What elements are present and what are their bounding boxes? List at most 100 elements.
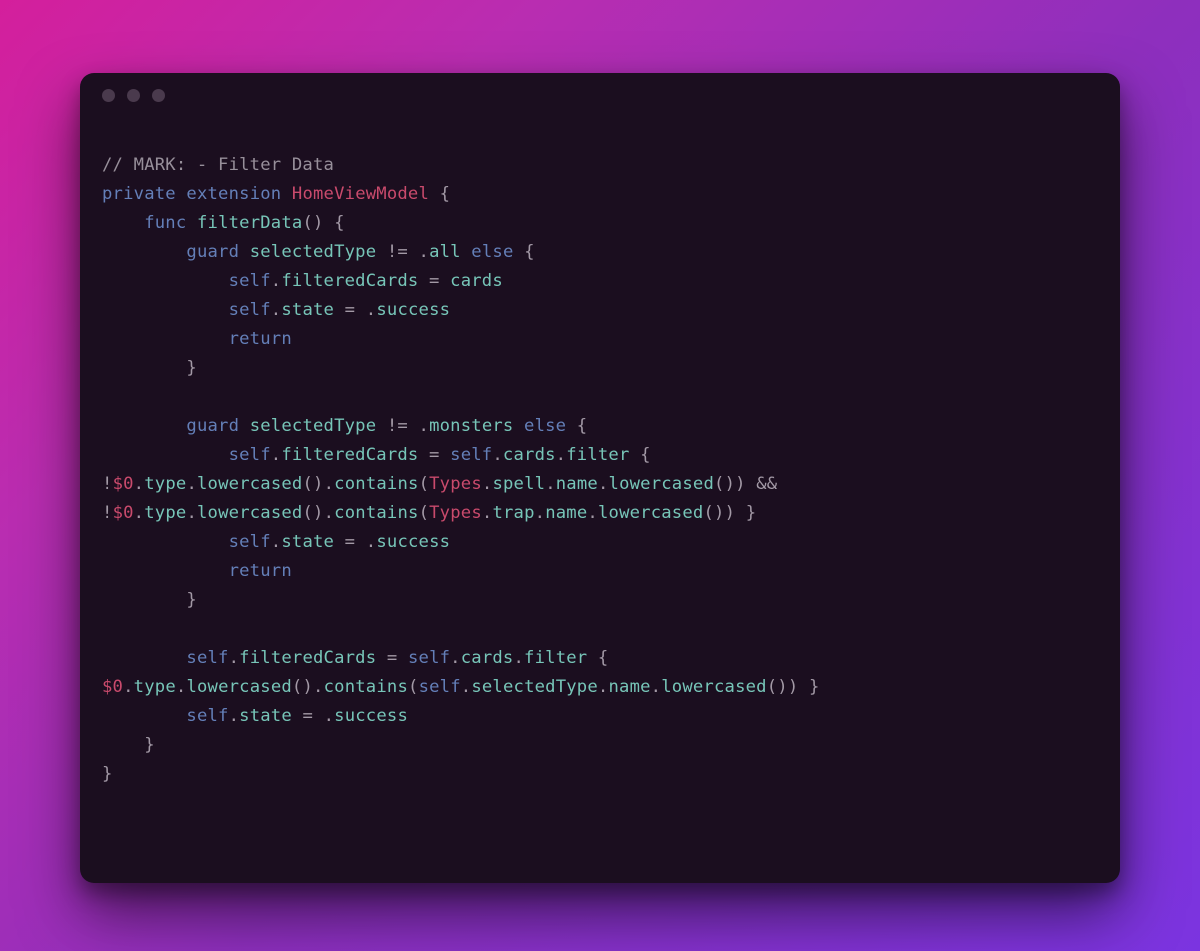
tok-lowercased: lowercased [598, 503, 703, 523]
tok-lowercased: lowercased [197, 474, 302, 494]
tok-name: name [556, 474, 598, 494]
tok-neq: != [387, 242, 408, 262]
tok-paren: ( [419, 503, 430, 523]
tok-dot: . [366, 300, 377, 320]
tok-dot: . [186, 503, 197, 523]
tok-dollar0: $0 [102, 677, 123, 697]
tok-brace: } [102, 764, 113, 784]
tok-paren: ) [725, 503, 736, 523]
tok-dot: . [482, 474, 493, 494]
tok-not: ! [102, 474, 113, 494]
tok-cards: cards [450, 271, 503, 291]
tok-self: self [450, 445, 492, 465]
tok-type: type [144, 474, 186, 494]
tok-paren: ( [302, 474, 313, 494]
tok-eq: = [302, 706, 313, 726]
tok-contains: contains [324, 677, 408, 697]
tok-self: self [229, 271, 271, 291]
tok-brace: } [746, 503, 757, 523]
tok-dot: . [229, 648, 240, 668]
tok-name: name [608, 677, 650, 697]
tok-paren: ) [788, 677, 799, 697]
tok-self: self [186, 648, 228, 668]
tok-paren: ( [767, 677, 778, 697]
tok-neq: != [387, 416, 408, 436]
tok-paren: ( [703, 503, 714, 523]
tok-brace: } [144, 735, 155, 755]
tok-dot: . [123, 677, 134, 697]
tok-extension: extension [186, 184, 281, 204]
tok-return: return [229, 561, 292, 581]
tok-type: type [134, 677, 176, 697]
tok-return: return [229, 329, 292, 349]
tok-dot: . [419, 416, 430, 436]
tok-dot: . [271, 532, 282, 552]
tok-dot: . [134, 503, 145, 523]
tok-name: name [545, 503, 587, 523]
tok-contains: contains [334, 503, 418, 523]
tok-dot: . [513, 648, 524, 668]
code-block: // MARK: - Filter Data private extension… [102, 151, 1098, 789]
tok-self: self [419, 677, 461, 697]
tok-paren: ( [419, 474, 430, 494]
tok-brace: } [809, 677, 820, 697]
tok-paren: ( [302, 503, 313, 523]
tok-dot: . [271, 445, 282, 465]
tok-success: success [376, 300, 450, 320]
tok-state: state [239, 706, 292, 726]
tok-success: success [376, 532, 450, 552]
traffic-light-minimize-icon[interactable] [127, 89, 140, 102]
tok-brace: { [640, 445, 651, 465]
traffic-light-close-icon[interactable] [102, 89, 115, 102]
tok-filterdata: filterData [197, 213, 302, 233]
tok-success: success [334, 706, 408, 726]
tok-eq: = [345, 532, 356, 552]
tok-dot: . [598, 474, 609, 494]
tok-dot: . [419, 242, 430, 262]
tok-cards: cards [503, 445, 556, 465]
tok-dollar0: $0 [113, 503, 134, 523]
window-titlebar [80, 73, 1120, 117]
background-gradient: // MARK: - Filter Data private extension… [0, 0, 1200, 951]
tok-trap: trap [492, 503, 534, 523]
tok-self: self [229, 300, 271, 320]
tok-paren: ( [292, 677, 303, 697]
tok-contains: contains [334, 474, 418, 494]
tok-dot: . [587, 503, 598, 523]
code-card: // MARK: - Filter Data private extension… [80, 73, 1120, 883]
tok-selectedtype: selectedType [250, 416, 377, 436]
tok-paren: ) [725, 474, 736, 494]
tok-dot: . [313, 677, 324, 697]
tok-brace: { [440, 184, 451, 204]
tok-filter: filter [566, 445, 629, 465]
tok-brace: { [334, 213, 345, 233]
tok-cards: cards [461, 648, 514, 668]
tok-dot: . [535, 503, 546, 523]
tok-dot: . [324, 503, 335, 523]
tok-self: self [408, 648, 450, 668]
tok-dot: . [651, 677, 662, 697]
tok-dot: . [176, 677, 187, 697]
tok-brace: { [598, 648, 609, 668]
tok-self: self [186, 706, 228, 726]
tok-paren: ( [302, 213, 313, 233]
tok-filteredcards: filteredCards [239, 648, 376, 668]
tok-filteredcards: filteredCards [281, 445, 418, 465]
tok-lowercased: lowercased [186, 677, 291, 697]
tok-paren: ) [777, 677, 788, 697]
tok-self: self [229, 532, 271, 552]
tok-types: Types [429, 474, 482, 494]
tok-dot: . [482, 503, 493, 523]
tok-paren: ) [313, 503, 324, 523]
tok-guard: guard [186, 242, 239, 262]
tok-brace: { [524, 242, 535, 262]
tok-filteredcards: filteredCards [281, 271, 418, 291]
tok-homeviewmodel: HomeViewModel [292, 184, 429, 204]
traffic-light-zoom-icon[interactable] [152, 89, 165, 102]
tok-dollar0: $0 [113, 474, 134, 494]
tok-dot: . [545, 474, 556, 494]
tok-dot: . [271, 300, 282, 320]
tok-types: Types [429, 503, 482, 523]
tok-not: ! [102, 503, 113, 523]
tok-state: state [281, 532, 334, 552]
